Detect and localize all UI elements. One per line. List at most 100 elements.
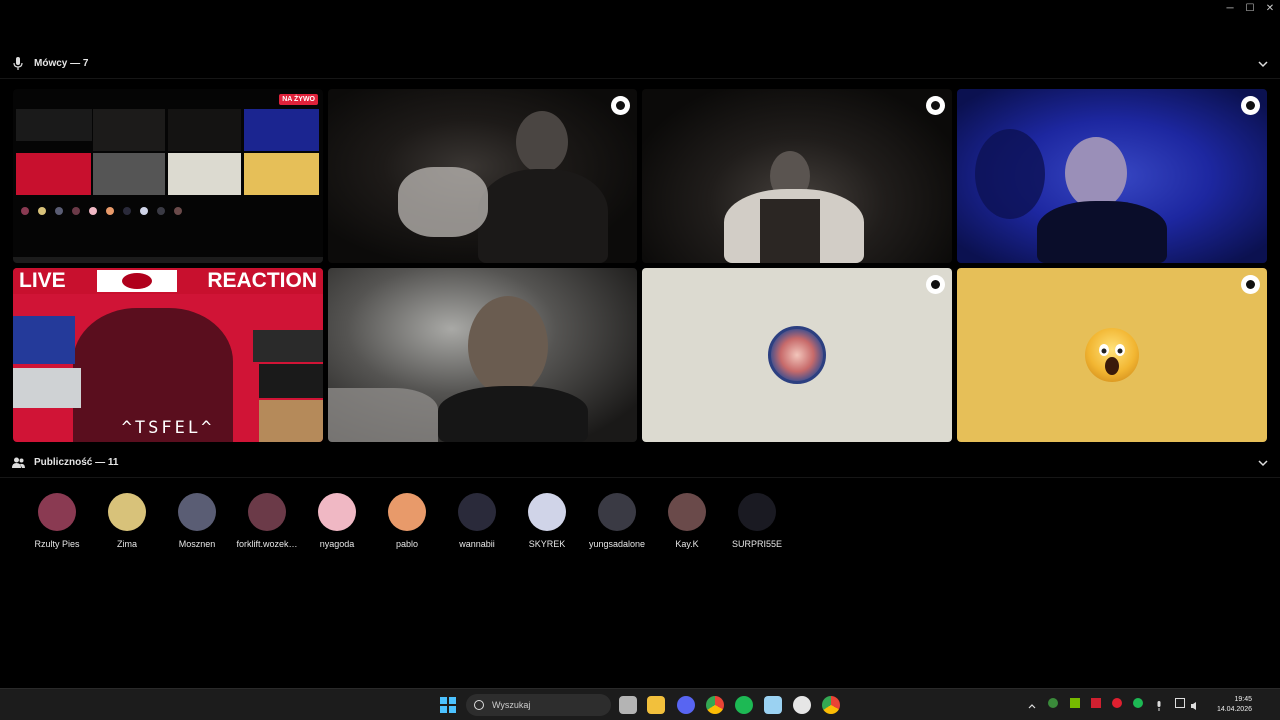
notepad-icon[interactable] bbox=[764, 696, 782, 714]
avatar bbox=[318, 493, 356, 531]
microphone-shape bbox=[975, 129, 1045, 219]
task-view-icon[interactable] bbox=[619, 696, 637, 714]
tray-app-icon[interactable] bbox=[1091, 698, 1101, 708]
member-name: wannabii bbox=[459, 539, 495, 549]
member-name: SKYREK bbox=[528, 539, 566, 549]
audience-member[interactable]: wannabii bbox=[442, 493, 512, 549]
minimize-button[interactable]: ─ bbox=[1220, 0, 1240, 16]
mini-tile bbox=[93, 153, 165, 195]
overlay-cam bbox=[13, 316, 75, 364]
audience-member[interactable]: pablo bbox=[372, 493, 442, 549]
speaker-avatar-tile[interactable] bbox=[957, 268, 1267, 442]
maximize-button[interactable]: ☐ bbox=[1240, 0, 1260, 16]
search-icon bbox=[474, 700, 484, 710]
speakers-title: Mówcy — 7 bbox=[34, 58, 89, 69]
member-name: Mosznen bbox=[178, 539, 216, 549]
tray-app-icon[interactable] bbox=[1112, 698, 1122, 708]
chevron-down-icon[interactable] bbox=[1256, 57, 1270, 71]
overlay-cam bbox=[259, 364, 323, 398]
audience-member[interactable]: nyagoda bbox=[302, 493, 372, 549]
moderator-badge-icon bbox=[1241, 96, 1260, 115]
audience-member[interactable]: Mosznen bbox=[162, 493, 232, 549]
taskbar-search[interactable]: Wyszukaj bbox=[466, 694, 611, 716]
nvidia-icon[interactable] bbox=[1070, 698, 1080, 708]
clock-time: 19:45 bbox=[1234, 696, 1252, 703]
speakers-header: Mówcy — 7 bbox=[0, 49, 1280, 79]
avatar bbox=[388, 493, 426, 531]
speaker-video-tile[interactable] bbox=[642, 89, 952, 263]
network-icon[interactable] bbox=[1175, 698, 1185, 708]
member-name: nyagoda bbox=[319, 539, 355, 549]
mini-tile bbox=[168, 153, 241, 195]
chevron-down-icon[interactable] bbox=[1256, 456, 1270, 470]
audience-member[interactable]: Rzulty Pies bbox=[22, 493, 92, 549]
volume-icon[interactable] bbox=[1190, 698, 1200, 710]
stream-video-tile[interactable]: LIVE REACTION ^TSFEL^ bbox=[13, 268, 323, 442]
mini-audience-row bbox=[21, 207, 211, 215]
audience-member[interactable]: SURPRI55E bbox=[722, 493, 792, 549]
member-name: forklift.wozek… bbox=[236, 539, 298, 549]
member-name: yungsadalone bbox=[588, 539, 646, 549]
mini-tile bbox=[244, 109, 319, 151]
window-controls: ─ ☐ ✕ bbox=[1220, 0, 1280, 16]
member-name: Rzulty Pies bbox=[34, 539, 80, 549]
avatar bbox=[668, 493, 706, 531]
avatar bbox=[738, 493, 776, 531]
audience-list: Rzulty Pies Zima Mosznen forklift.wozek…… bbox=[22, 493, 792, 549]
stream-footer: ^TSFEL^ bbox=[121, 418, 215, 438]
close-button[interactable]: ✕ bbox=[1260, 0, 1280, 16]
avatar bbox=[528, 493, 566, 531]
stream-logo-icon bbox=[96, 270, 177, 292]
audience-member[interactable]: yungsadalone bbox=[582, 493, 652, 549]
stream-banner: LIVE REACTION bbox=[13, 268, 323, 294]
windows-start-icon[interactable] bbox=[440, 697, 456, 713]
discord-icon[interactable] bbox=[677, 696, 695, 714]
moderator-badge-icon bbox=[611, 96, 630, 115]
microphone-tray-icon[interactable] bbox=[1154, 698, 1164, 711]
tray-app-icon[interactable] bbox=[1048, 698, 1058, 708]
member-name: SURPRI55E bbox=[731, 539, 783, 549]
app-icon[interactable] bbox=[793, 696, 811, 714]
clock[interactable]: 19:45 14.04.2026 bbox=[1217, 695, 1252, 715]
knees-shape bbox=[398, 167, 488, 237]
speaker-video-tile[interactable] bbox=[328, 268, 637, 442]
audience-member[interactable]: Kay.K bbox=[652, 493, 722, 549]
person-body bbox=[1037, 201, 1167, 263]
overlay-cam bbox=[253, 330, 323, 362]
audience-member[interactable]: forklift.wozek… bbox=[232, 493, 302, 549]
stream-banner-right: REACTION bbox=[207, 269, 317, 292]
microphone-icon bbox=[11, 57, 25, 71]
avatar bbox=[178, 493, 216, 531]
spotify-icon[interactable] bbox=[735, 696, 753, 714]
person-body bbox=[478, 169, 608, 263]
speaker-video-tile[interactable] bbox=[957, 89, 1267, 263]
moderator-badge-icon bbox=[1241, 275, 1260, 294]
mini-taskbar bbox=[13, 257, 323, 263]
people-icon bbox=[11, 456, 25, 470]
audience-header: Publiczność — 11 bbox=[0, 448, 1280, 478]
chevron-up-icon[interactable] bbox=[1027, 698, 1037, 709]
blanket-shape bbox=[328, 388, 438, 442]
avatar bbox=[108, 493, 146, 531]
mini-tile bbox=[93, 109, 165, 151]
audience-member[interactable]: Zima bbox=[92, 493, 162, 549]
live-badge: NA ŻYWO bbox=[279, 94, 318, 105]
audience-title: Publiczność — 11 bbox=[34, 457, 119, 468]
file-explorer-icon[interactable] bbox=[647, 696, 665, 714]
spotify-tray-icon[interactable] bbox=[1133, 698, 1143, 708]
speaker-avatar bbox=[768, 326, 826, 384]
scarf-shape bbox=[760, 199, 820, 263]
speaker-avatar-tile[interactable] bbox=[642, 268, 952, 442]
chrome-icon[interactable] bbox=[706, 696, 724, 714]
taskbar: Wyszukaj 19:45 14.04.2026 bbox=[0, 688, 1280, 720]
mini-tile bbox=[16, 153, 91, 195]
member-name: pablo bbox=[395, 539, 419, 549]
chrome-active-icon[interactable] bbox=[822, 696, 840, 714]
person-head bbox=[1065, 137, 1127, 209]
speaker-video-tile[interactable] bbox=[328, 89, 637, 263]
mini-tile bbox=[16, 109, 92, 141]
audience-member[interactable]: SKYREK bbox=[512, 493, 582, 549]
member-name: Zima bbox=[117, 539, 137, 549]
screaming-emoji-avatar bbox=[1085, 328, 1139, 382]
screen-share-tile[interactable]: NA ŻYWO bbox=[13, 89, 323, 263]
